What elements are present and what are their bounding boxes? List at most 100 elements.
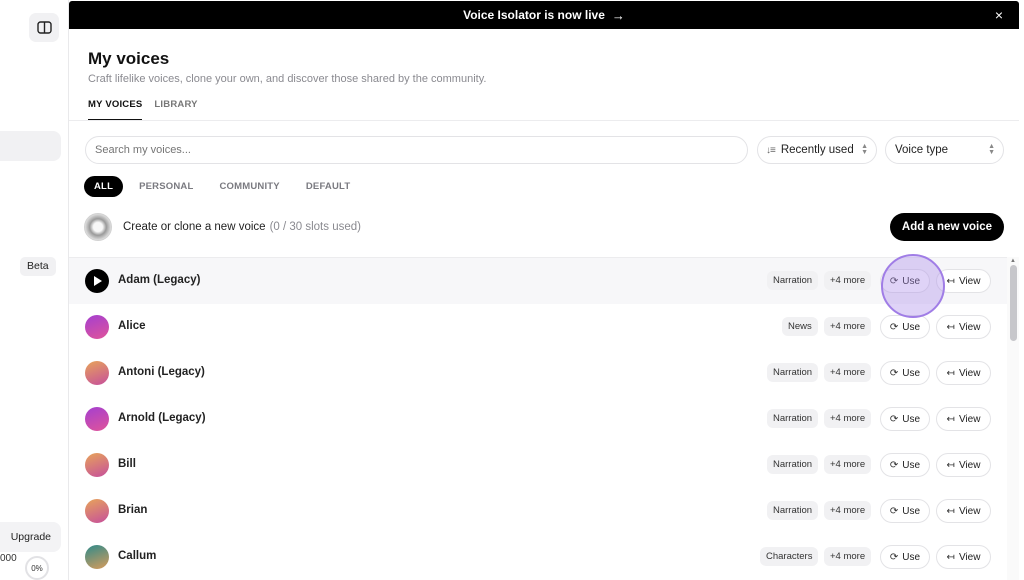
view-label: View <box>958 413 981 425</box>
view-voice-button[interactable]: ↤ View <box>936 361 991 385</box>
voice-row[interactable]: Adam (Legacy) +4 more Narration ⟳ Use ↤ View <box>69 258 1007 304</box>
voice-row[interactable]: Brian +4 more Narration ⟳ Use ↤ View <box>69 488 1007 534</box>
voice-avatar[interactable] <box>85 361 109 385</box>
view-label: View <box>958 551 981 563</box>
view-voice-button[interactable]: ↤ View <box>936 453 991 477</box>
view-voice-button[interactable]: ↤ View <box>936 315 991 339</box>
filter-community[interactable]: COMMUNITY <box>209 176 289 197</box>
page-title: My voices <box>88 49 170 68</box>
filter-chips: ALL PERSONAL COMMUNITY DEFAULT <box>84 176 366 197</box>
voice-avatar[interactable] <box>85 407 109 431</box>
use-voice-button[interactable]: ⟳ Use <box>880 453 930 477</box>
filter-default[interactable]: DEFAULT <box>296 176 361 197</box>
voice-avatar[interactable] <box>85 499 109 523</box>
voice-row[interactable]: Alice +4 more News ⟳ Use ↤ View <box>69 304 1007 350</box>
view-label: View <box>958 367 981 379</box>
sort-select[interactable]: ↓≡ Recently used ▲ ▼ <box>757 136 877 164</box>
more-tags-badge: +4 more <box>824 455 872 474</box>
voice-row[interactable]: Antoni (Legacy) +4 more Narration ⟳ Use ↤ View <box>69 350 1007 396</box>
sort-value: Recently used <box>780 144 854 156</box>
view-voice-button[interactable]: ↤ View <box>936 407 991 431</box>
sort-icon: ↓≡ <box>766 144 776 156</box>
more-tags-badge: +4 more <box>824 363 872 382</box>
voice-name: Bill <box>118 458 136 470</box>
scrollbar[interactable]: ▲ <box>1007 257 1019 580</box>
voice-tag: News <box>782 317 818 336</box>
more-tags-badge: +4 more <box>824 317 872 336</box>
voice-row[interactable]: Arnold (Legacy) +4 more Narration ⟳ Use ↤ View <box>69 396 1007 442</box>
tab-my-voices[interactable]: MY VOICES <box>88 99 143 120</box>
view-label: View <box>958 321 981 333</box>
voice-avatar[interactable] <box>85 453 109 477</box>
search-input[interactable] <box>85 136 748 164</box>
divider <box>69 120 1019 121</box>
voice-tag: Narration <box>767 501 819 520</box>
refresh-icon: ⟳ <box>889 459 899 471</box>
use-label: Use <box>902 413 921 425</box>
arrow-left-icon: ↤ <box>946 275 955 287</box>
arrow-left-icon: ↤ <box>946 505 955 517</box>
more-tags-badge: +4 more <box>824 271 872 290</box>
arrow-left-icon: ↤ <box>946 321 955 333</box>
voice-type-select[interactable]: Voice type ▲ ▼ <box>885 136 1004 164</box>
slots-used-text: (0 / 30 slots used) <box>269 221 361 233</box>
view-voice-button[interactable]: ↤ View <box>936 545 991 569</box>
view-voice-button[interactable]: ↤ View <box>936 499 991 523</box>
arrow-right-icon: → <box>611 7 625 23</box>
sidebar: Beta Upgrade 000 0% <box>0 0 69 580</box>
play-button[interactable] <box>85 269 109 293</box>
voice-type-value: Voice type <box>895 144 949 156</box>
voice-name: Alice <box>118 320 146 332</box>
refresh-icon: ⟳ <box>889 367 899 379</box>
create-voice-text: Create or clone a new voice <box>123 221 266 233</box>
panel-icon <box>36 21 52 34</box>
view-voice-button[interactable]: ↤ View <box>936 269 991 293</box>
banner-text[interactable]: Voice Isolator is now live <box>463 8 605 22</box>
scrollbar-thumb[interactable] <box>1010 265 1017 341</box>
use-voice-button[interactable]: ⟳ Use <box>880 361 930 385</box>
more-tags-badge: +4 more <box>824 501 872 520</box>
create-voice-avatar <box>84 213 112 241</box>
voice-avatar[interactable] <box>85 315 109 339</box>
tab-bar: MY VOICES LIBRARY <box>88 99 198 120</box>
voice-row[interactable]: Callum +4 more Characters ⟳ Use ↤ View <box>69 534 1007 580</box>
voice-tag: Narration <box>767 271 819 290</box>
voice-name: Arnold (Legacy) <box>118 412 206 424</box>
chevron-updown-icon: ▲ ▼ <box>988 143 995 156</box>
use-label: Use <box>902 459 921 471</box>
voice-name: Brian <box>118 504 148 516</box>
view-label: View <box>958 505 981 517</box>
voice-row[interactable]: Bill +4 more Narration ⟳ Use ↤ View <box>69 442 1007 488</box>
voice-tag: Characters <box>760 547 819 566</box>
refresh-icon: ⟳ <box>889 551 899 563</box>
create-voice-row: Create or clone a new voice (0 / 30 slots… <box>84 211 1004 245</box>
refresh-icon: ⟳ <box>889 413 899 425</box>
arrow-left-icon: ↤ <box>946 413 955 425</box>
use-voice-button[interactable]: ⟳ Use <box>880 499 930 523</box>
tab-library[interactable]: LIBRARY <box>154 99 197 120</box>
use-label: Use <box>902 551 921 563</box>
use-voice-button[interactable]: ⟳ Use <box>880 545 930 569</box>
use-voice-button[interactable]: ⟳ Use <box>880 407 930 431</box>
use-voice-button[interactable]: ⟳ Use <box>880 269 930 293</box>
usage-percent: 0% <box>25 556 49 580</box>
sidebar-item-selected[interactable] <box>0 131 61 161</box>
more-tags-badge: +4 more <box>824 409 872 428</box>
main-content: My voices Craft lifelike voices, clone y… <box>69 29 1019 580</box>
filter-personal[interactable]: PERSONAL <box>129 176 203 197</box>
add-new-voice-button[interactable]: Add a new voice <box>889 213 1004 241</box>
use-label: Use <box>902 275 921 287</box>
voice-avatar[interactable] <box>85 545 109 569</box>
voice-name: Callum <box>118 550 157 562</box>
voice-tag: Narration <box>767 455 819 474</box>
sidebar-toggle-button[interactable] <box>29 13 59 42</box>
filter-all[interactable]: ALL <box>84 176 124 197</box>
scroll-up-icon[interactable]: ▲ <box>1010 258 1016 264</box>
upgrade-button[interactable]: Upgrade <box>0 522 61 552</box>
close-icon[interactable]: × <box>995 7 1003 23</box>
use-label: Use <box>902 321 921 333</box>
credits-text: 000 <box>0 553 17 564</box>
use-voice-button[interactable]: ⟳ Use <box>880 315 930 339</box>
play-icon <box>94 276 102 286</box>
announcement-banner[interactable]: Voice Isolator is now live → × <box>69 1 1019 29</box>
